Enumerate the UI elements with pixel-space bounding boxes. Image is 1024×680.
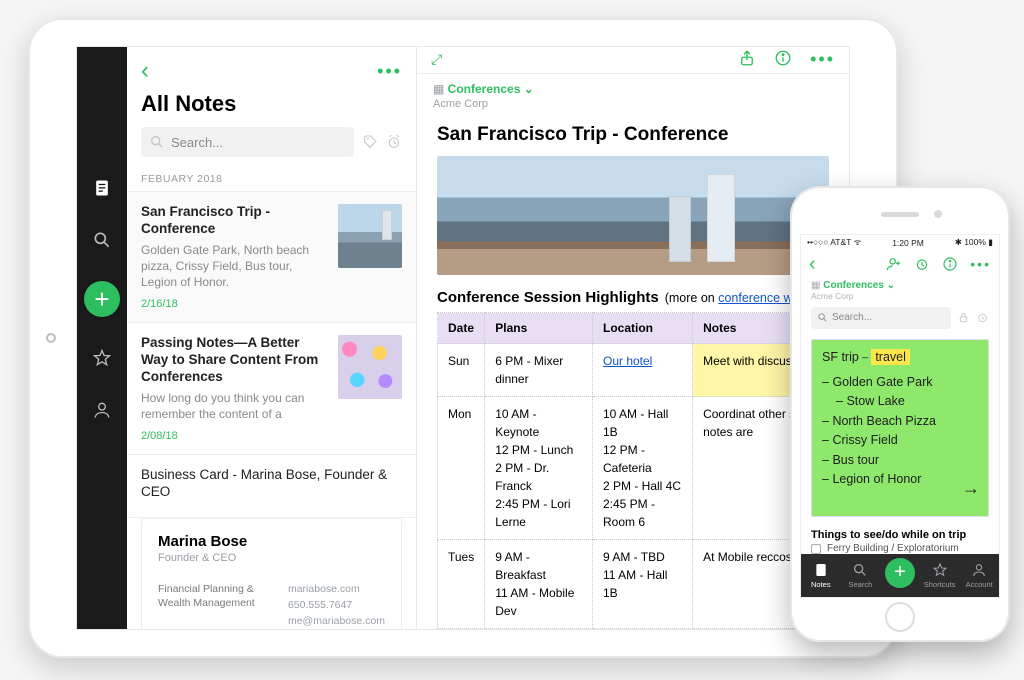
- table-row: Tues 9 AM - Breakfast 11 AM - Mobile Dev…: [438, 540, 835, 629]
- lock-icon[interactable]: [957, 311, 970, 324]
- add-person-icon[interactable]: [886, 256, 902, 272]
- note-thumbnail: [338, 204, 402, 268]
- breadcrumb-sub: Acme Corp: [433, 98, 833, 110]
- tab-bar: Notes Search + Shortcuts Account: [801, 554, 999, 597]
- bizcard-line: Financial Planning & Wealth Management: [158, 582, 267, 629]
- bizcard-contacts: mariabose.com 650.555.7647 me@mariabose.…: [288, 582, 385, 629]
- info-icon[interactable]: [942, 256, 958, 272]
- reminder-icon[interactable]: [386, 134, 402, 150]
- detail-more-icon[interactable]: •••: [810, 49, 835, 70]
- tab-shortcuts[interactable]: Shortcuts: [920, 554, 960, 597]
- note-list-pane: ‹ ••• All Notes Search... FEBUARY 2018 S…: [127, 47, 417, 629]
- tab-account[interactable]: Account: [959, 554, 999, 597]
- search-input[interactable]: Search...: [811, 307, 951, 329]
- hotel-link[interactable]: Our hotel: [603, 354, 652, 368]
- note-title: Business Card - Marina Bose, Founder & C…: [141, 467, 402, 501]
- hero-image: [437, 156, 829, 276]
- ipad-device: + ‹ ••• All Notes Search...: [28, 18, 898, 658]
- table-row: Sun 6 PM - Mixer dinner Our hotel Meet w…: [438, 344, 835, 397]
- tab-notes[interactable]: Notes: [801, 554, 841, 597]
- reminder-icon[interactable]: [914, 256, 930, 272]
- iphone-home-button[interactable]: [885, 602, 915, 632]
- note-thumbnail: [338, 335, 402, 399]
- section-heading: Conference Session Highlights: [437, 289, 659, 306]
- account-icon[interactable]: [91, 399, 113, 421]
- shortcuts-icon[interactable]: [91, 347, 113, 369]
- share-icon[interactable]: [738, 49, 756, 70]
- info-icon[interactable]: [774, 49, 792, 70]
- note-date: 2/08/18: [141, 430, 328, 442]
- ipad-home-button[interactable]: [46, 333, 56, 343]
- sticky-note-image: SF trip – travel Golden Gate Park Stow L…: [811, 339, 989, 518]
- table-row: Mon 10 AM - Keynote 12 PM - Lunch 2 PM -…: [438, 397, 835, 540]
- ipad-screen: + ‹ ••• All Notes Search...: [76, 46, 850, 630]
- notes-icon[interactable]: [91, 177, 113, 199]
- search-icon: [817, 312, 828, 323]
- th-location: Location: [592, 313, 692, 344]
- schedule-table: Date Plans Location Notes Sun 6 PM - Mix…: [437, 312, 835, 629]
- note-item[interactable]: Business Card - Marina Bose, Founder & C…: [127, 454, 416, 518]
- new-note-button[interactable]: +: [84, 281, 120, 317]
- th-date: Date: [438, 313, 485, 344]
- phone-note-title: Things to see/do while on trip: [801, 523, 999, 543]
- status-bar: ••○○○ AT&T ᯤ 1:20 PM ✱ 100% ▮: [801, 235, 999, 251]
- note-item[interactable]: Passing Notes—A Better Way to Share Cont…: [127, 322, 416, 454]
- note-title: San Francisco Trip - Conference: [141, 204, 328, 238]
- note-title: Passing Notes—A Better Way to Share Cont…: [141, 335, 328, 386]
- tab-search[interactable]: Search: [841, 554, 881, 597]
- note-item[interactable]: San Francisco Trip - Conference Golden G…: [127, 191, 416, 322]
- search-input[interactable]: Search...: [141, 127, 354, 157]
- back-icon[interactable]: ‹: [141, 57, 149, 85]
- bizcard-role: Founder & CEO: [158, 552, 385, 564]
- tab-new[interactable]: +: [880, 554, 920, 597]
- bizcard-name: Marina Bose: [158, 533, 385, 550]
- search-placeholder: Search...: [171, 135, 223, 150]
- breadcrumb[interactable]: ▦ Conferences ⌄ Acme Corp: [801, 278, 999, 303]
- list-title: All Notes: [141, 91, 402, 117]
- list-more-icon[interactable]: •••: [377, 61, 402, 82]
- todo-item[interactable]: Ferry Building / Exploratorium: [801, 543, 999, 554]
- note-detail-title: San Francisco Trip - Conference: [417, 110, 849, 156]
- breadcrumb[interactable]: ▦ Conferences ⌄ Acme Corp: [417, 74, 849, 110]
- sidebar-rail: +: [77, 47, 127, 629]
- search-icon[interactable]: [91, 229, 113, 251]
- search-icon: [149, 134, 165, 150]
- iphone-device: ••○○○ AT&T ᯤ 1:20 PM ✱ 100% ▮ ‹ ••• ▦ Co…: [790, 186, 1010, 642]
- checkbox-icon[interactable]: [811, 544, 821, 554]
- th-plans: Plans: [485, 313, 593, 344]
- more-icon[interactable]: •••: [970, 256, 991, 272]
- reminder-icon[interactable]: [976, 311, 989, 324]
- expand-icon[interactable]: ⤢: [431, 51, 442, 68]
- note-snippet: How long do you think you can remember t…: [141, 390, 328, 422]
- note-snippet: Golden Gate Park, North beach pizza, Cri…: [141, 242, 328, 291]
- iphone-screen: ••○○○ AT&T ᯤ 1:20 PM ✱ 100% ▮ ‹ ••• ▦ Co…: [800, 234, 1000, 598]
- back-icon[interactable]: ‹: [809, 253, 816, 276]
- business-card: Marina Bose Founder & CEO Financial Plan…: [141, 518, 402, 630]
- note-date: 2/16/18: [141, 298, 328, 310]
- section-label: FEBUARY 2018: [127, 167, 416, 191]
- tag-icon[interactable]: [362, 134, 378, 150]
- note-detail-pane: ⤢ ••• ▦ Conferences ⌄ Acme Corp San Fran…: [417, 47, 849, 629]
